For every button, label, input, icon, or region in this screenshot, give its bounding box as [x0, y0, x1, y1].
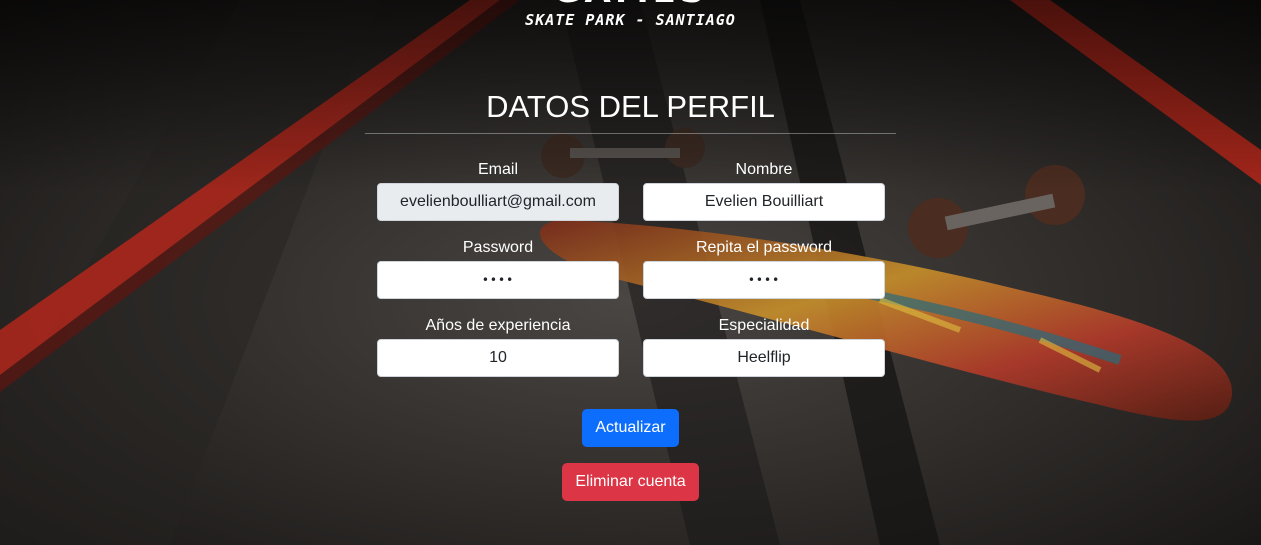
- name-field[interactable]: [643, 183, 885, 221]
- brand-logo-title: GAMES: [0, 0, 1261, 8]
- password-label: Password: [462, 239, 534, 256]
- password-repeat-field[interactable]: [643, 261, 885, 299]
- specialty-field[interactable]: [643, 339, 885, 377]
- password-repeat-label: Repita el password: [695, 239, 833, 256]
- page-title: DATOS DEL PERFIL: [486, 89, 775, 124]
- email-group: Email: [377, 161, 619, 221]
- experience-label: Años de experiencia: [425, 317, 571, 334]
- experience-group: Años de experiencia: [377, 317, 619, 377]
- name-label: Nombre: [735, 161, 793, 178]
- delete-account-button[interactable]: Eliminar cuenta: [562, 463, 699, 501]
- password-field[interactable]: [377, 261, 619, 299]
- specialty-group: Especialidad: [643, 317, 885, 377]
- experience-field[interactable]: [377, 339, 619, 377]
- specialty-label: Especialidad: [718, 317, 810, 334]
- email-field[interactable]: [377, 183, 619, 221]
- update-button[interactable]: Actualizar: [582, 409, 679, 447]
- password-group: Password: [377, 239, 619, 299]
- title-divider: [365, 133, 896, 134]
- name-group: Nombre: [643, 161, 885, 221]
- email-label: Email: [477, 161, 518, 178]
- brand-subtitle: SKATE PARK - SANTIAGO: [525, 11, 736, 29]
- password-repeat-group: Repita el password: [643, 239, 885, 299]
